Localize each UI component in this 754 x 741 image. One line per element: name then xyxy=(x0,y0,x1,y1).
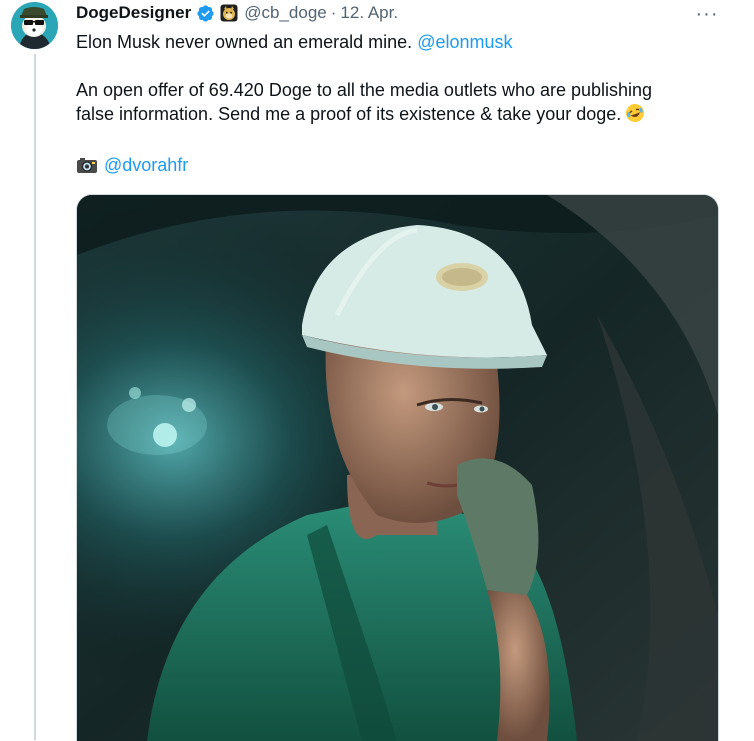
tweet-image[interactable] xyxy=(76,194,719,741)
more-options-icon[interactable]: ··· xyxy=(694,2,720,25)
more-options-label: ··· xyxy=(695,2,719,25)
rolling-laughing-emoji xyxy=(625,103,645,129)
tweet-line-2: An open offer of 69.420 Doge to all the … xyxy=(76,80,653,100)
separator-dot: · xyxy=(330,3,337,22)
camera-emoji xyxy=(76,156,98,180)
tweet-date[interactable]: 12. Apr. xyxy=(340,3,398,23)
tweet-text: Elon Musk never owned an emerald mine. @… xyxy=(76,30,726,180)
tweet-line-1: Elon Musk never owned an emerald mine. @… xyxy=(76,30,726,54)
tweet-line-3-text: false information. Send me a proof of it… xyxy=(76,104,622,124)
tweet-line-1-text: Elon Musk never owned an emerald mine. xyxy=(76,32,413,52)
verified-badge-icon[interactable] xyxy=(196,4,215,23)
photo-credit: @dvorahfr xyxy=(76,153,726,180)
author-handle[interactable]: @cb_doge xyxy=(244,3,327,23)
credit-mention-link[interactable]: @dvorahfr xyxy=(104,155,188,175)
avatar[interactable] xyxy=(11,2,58,49)
thread-line xyxy=(34,54,36,740)
author-name[interactable]: DogeDesigner xyxy=(76,3,191,23)
tweet-header: DogeDesigner @cb_doge · 12. Apr. xyxy=(76,0,398,26)
tweet-line-3: false information. Send me a proof of it… xyxy=(76,102,726,129)
doge-affiliate-icon[interactable] xyxy=(220,4,238,22)
mention-link[interactable]: @elonmusk xyxy=(417,32,512,52)
